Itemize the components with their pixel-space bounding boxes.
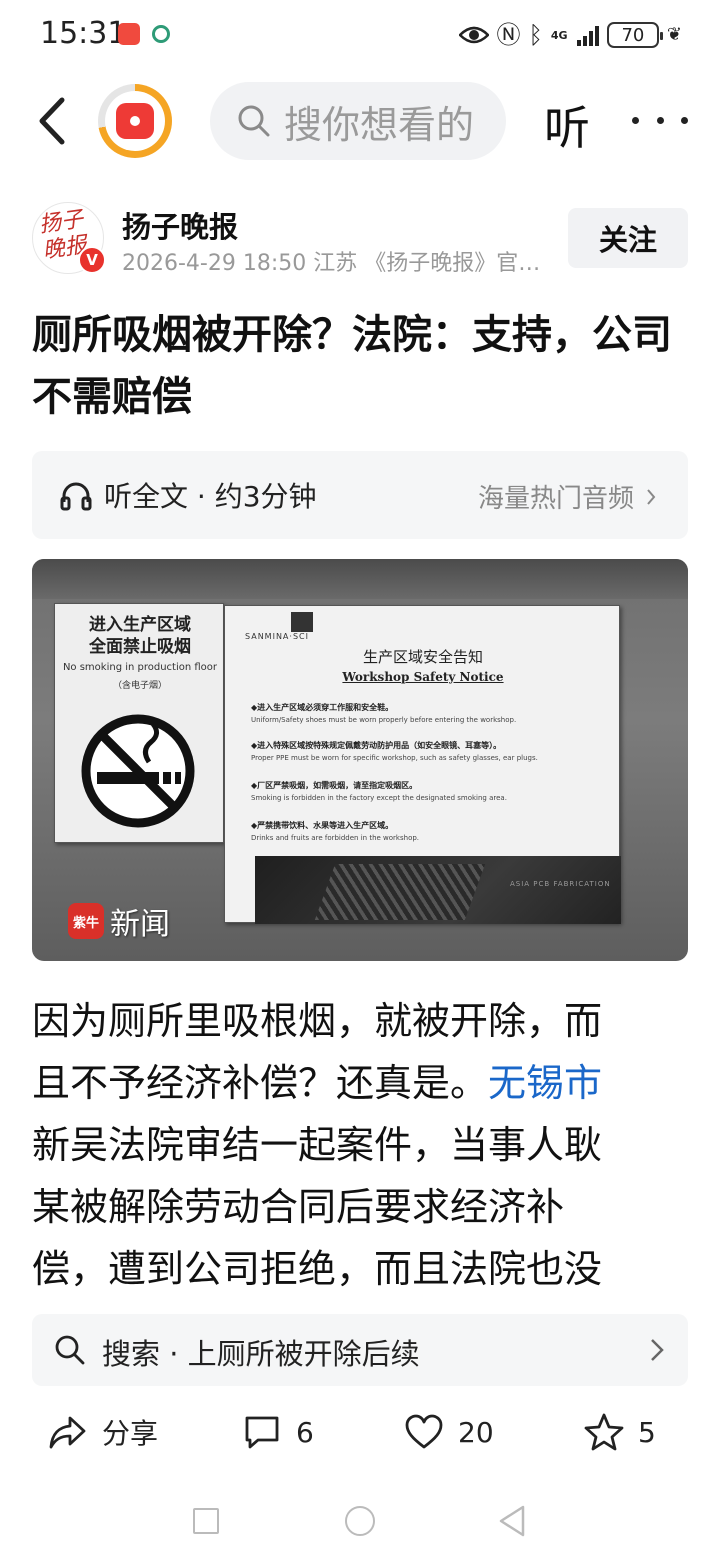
listen-button[interactable]: 听 — [544, 92, 590, 158]
signal-icon — [576, 24, 599, 46]
bluetooth-icon: ᛒ — [528, 21, 543, 49]
status-indicators: Ⓝ ᛒ 4G 70 ❦ — [458, 20, 682, 50]
home-icon[interactable] — [345, 1506, 375, 1536]
watermark-logo: 紫牛 — [68, 903, 104, 939]
search-placeholder: 搜你想看的 — [284, 102, 475, 147]
app-logo[interactable] — [98, 84, 172, 158]
popular-audio-link[interactable]: 海量热门音频 — [478, 478, 656, 515]
rule-en: Uniform/Safety shoes must be worn proper… — [251, 716, 517, 724]
leaf-icon: ❦ — [666, 24, 682, 45]
search-input[interactable]: 搜你想看的 — [210, 82, 506, 160]
body-text: 且不予经济补偿？还真是。 — [32, 1061, 489, 1105]
left-sign-title-1: 进入生产区域 — [89, 615, 191, 635]
star-icon — [584, 1413, 624, 1451]
body-line: 新吴法院审结一起案件，当事人耿 — [32, 1123, 603, 1167]
watermark: 紫牛 新闻 — [68, 899, 170, 943]
popular-audio-label: 海量热门音频 — [477, 484, 634, 514]
system-back-icon[interactable] — [498, 1504, 526, 1538]
battery-icon: 70 — [606, 22, 663, 48]
recent-apps-icon[interactable] — [193, 1508, 219, 1534]
article-photo[interactable]: 进入生产区域 全面禁止吸烟 No smoking in production fl… — [32, 559, 688, 961]
status-bar: 15:31 Ⓝ ᛒ 4G 70 ❦ — [0, 0, 720, 70]
body-line: 且不予经济补偿？还真是。无锡市 — [32, 1052, 692, 1114]
share-icon — [49, 1416, 86, 1449]
heart-icon — [405, 1414, 443, 1449]
search-suggestion[interactable]: 搜索 · 上厕所被开除后续 — [32, 1314, 688, 1386]
article-title: 厕所吸烟被开除？法院：支持，公司不需赔偿 — [32, 312, 672, 420]
rule-en: Smoking is forbidden in the factory exce… — [251, 794, 507, 802]
notice-rule: ◆进入特殊区域按特殊规定佩戴劳动防护用品（如安全眼镜、耳塞等）。 Proper … — [251, 740, 601, 762]
rule-cn: ◆厂区严禁吸烟，如需吸烟，请至指定吸烟区。 — [251, 781, 418, 790]
rule-en: Proper PPE must be worn for specific wor… — [251, 754, 538, 762]
safety-notice-sign: SANMINA·SCI 生产区域安全告知 Workshop Safety Not… — [224, 605, 621, 924]
left-sign-sub: （含电子烟） — [112, 681, 167, 691]
comment-count: 6 — [296, 1415, 314, 1449]
location-link[interactable]: 无锡市 — [488, 1061, 602, 1105]
notice-title-english: Workshop Safety Notice — [342, 670, 504, 684]
article-body: 因为厕所里吸根烟，就被开除，而 且不予经济补偿？还真是。无锡市 新吴法院审结一起… — [32, 990, 692, 1308]
eye-icon — [458, 26, 489, 44]
rule-en: Drinks and fruits are forbidden in the w… — [251, 834, 420, 842]
comment-button[interactable]: 6 — [242, 1412, 314, 1452]
action-bar: 分享 6 20 5 — [0, 1396, 720, 1472]
rule-cn: ◆进入生产区域必须穿工作服和安全鞋。 — [251, 703, 394, 712]
search-icon — [55, 1335, 85, 1365]
share-button[interactable]: 分享 — [48, 1412, 158, 1452]
verified-badge: V — [78, 246, 106, 274]
network-type: 4G — [550, 28, 568, 42]
left-sign-title-2: 全面禁止吸烟 — [89, 637, 191, 657]
notice-rule: ◆进入生产区域必须穿工作服和安全鞋。 Uniform/Safety shoes … — [251, 702, 601, 724]
share-label: 分享 — [102, 1417, 159, 1450]
nfc-icon: Ⓝ — [496, 21, 521, 49]
status-time: 15:31 — [40, 16, 127, 51]
comment-icon — [245, 1416, 279, 1449]
left-sign-english: No smoking in production floor — [62, 662, 218, 673]
more-options-icon[interactable] — [632, 100, 688, 140]
no-smoking-icon — [81, 714, 195, 828]
like-button[interactable]: 20 — [404, 1412, 494, 1452]
rule-cn: ◆严禁携带饮料、水果等进入生产区域。 — [251, 821, 394, 830]
top-nav: 搜你想看的 听 — [0, 78, 720, 164]
system-nav-bar — [0, 1490, 720, 1560]
like-count: 20 — [458, 1415, 494, 1449]
chevron-right-icon — [647, 488, 656, 505]
author-row: 扬子晚报 V 扬子晚报 2026-4-29 18:50 江苏 《扬子晚报》官… … — [0, 198, 720, 278]
notice-rule: ◆厂区严禁吸烟，如需吸烟，请至指定吸烟区。 Smoking is forbidd… — [251, 780, 601, 802]
author-name[interactable]: 扬子晚报 — [122, 204, 238, 246]
back-arrow-icon[interactable] — [34, 96, 74, 146]
body-line: 因为厕所里吸根烟，就被开除，而 — [32, 999, 603, 1043]
red-packet-icon — [116, 103, 154, 139]
search-icon — [238, 105, 270, 137]
favorite-count: 5 — [638, 1415, 656, 1449]
watermark-text: 新闻 — [110, 907, 170, 942]
company-logo-icon — [291, 612, 313, 632]
listen-full-text-bar[interactable]: 听全文 · 约3分钟 海量热门音频 — [32, 451, 688, 539]
notification-app-icon-2 — [152, 25, 170, 43]
body-line: 某被解除劳动合同后要求经济补 — [32, 1185, 565, 1229]
no-smoking-sign: 进入生产区域 全面禁止吸烟 No smoking in production fl… — [54, 603, 224, 843]
follow-button[interactable]: 关注 — [568, 208, 688, 268]
author-meta: 2026-4-29 18:50 江苏 《扬子晚报》官… — [122, 251, 541, 276]
headphone-icon — [60, 482, 92, 511]
favorite-button[interactable]: 5 — [584, 1412, 656, 1452]
chevron-right-icon — [651, 1339, 664, 1361]
notification-app-icon — [118, 23, 140, 45]
audio-label: 听全文 · 约3分钟 — [104, 480, 317, 513]
sign-bottom-banner: ASIA PCB FABRICATION — [255, 856, 621, 924]
battery-level: 70 — [621, 24, 645, 46]
notice-title: 生产区域安全告知 — [362, 648, 483, 666]
banner-text: ASIA PCB FABRICATION — [510, 880, 611, 888]
suggestion-text: 搜索 · 上厕所被开除后续 — [102, 1337, 420, 1371]
notice-rule: ◆严禁携带饮料、水果等进入生产区域。 Drinks and fruits are… — [251, 820, 601, 842]
company-logo-text: SANMINA·SCI — [245, 632, 309, 641]
body-line: 偿，遭到公司拒绝，而且法院也没 — [32, 1247, 603, 1291]
rule-cn: ◆进入特殊区域按特殊规定佩戴劳动防护用品（如安全眼镜、耳塞等）。 — [251, 741, 502, 750]
